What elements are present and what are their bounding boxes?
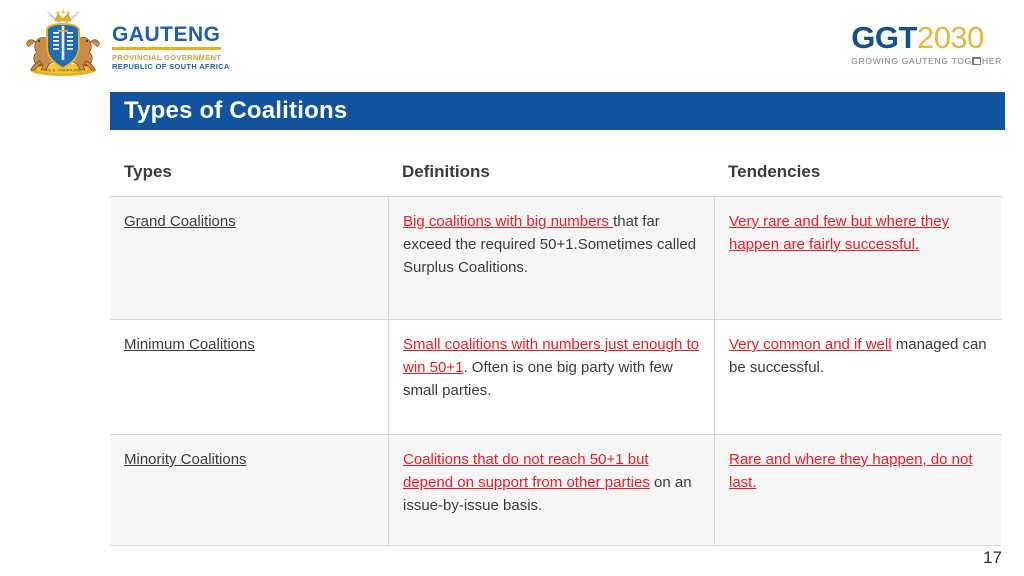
coat-of-arms-icon: !KE E: /XARRA //KE	[16, 8, 110, 80]
table-row: Minority Coalitions Coalitions that do n…	[110, 434, 1002, 546]
slide-title-banner: Types of Coalitions	[110, 92, 1005, 130]
ggt-year: 2030	[916, 20, 984, 55]
type-label: Grand Coalitions	[124, 213, 236, 230]
column-header-definitions: Definitions	[402, 162, 490, 181]
gauteng-subtitle-provincial: PROVINCIAL GOVERNMENT	[112, 53, 222, 62]
table-row: Grand Coalitions Big coalitions with big…	[110, 196, 1002, 319]
tendency-highlight: Very rare and few but where they happen …	[729, 213, 950, 253]
type-label: Minority Coalitions	[124, 451, 247, 468]
ggt2030-wordmark: GGT2030	[851, 22, 1002, 53]
ggt-ether-icon	[972, 57, 982, 65]
cell-tendency: Very common and if well managed can be s…	[714, 320, 1002, 434]
cell-definition: Small coalitions with numbers just enoug…	[388, 320, 714, 434]
cell-definition: Big coalitions with big numbers that far…	[388, 197, 714, 319]
ggt-tagline: GROWING GAUTENG TOG HER	[851, 56, 1002, 66]
cell-tendency: Rare and where they happen, do not last.	[714, 435, 1002, 545]
cell-type: Minority Coalitions	[110, 435, 388, 545]
ggt-tagline-before: GROWING GAUTENG TOG	[851, 56, 972, 66]
coalition-types-table: Types Definitions Tendencies Grand Coali…	[110, 148, 1002, 546]
cell-type: Grand Coalitions	[110, 197, 388, 319]
page-title: Types of Coalitions	[124, 97, 348, 124]
cell-type: Minimum Coalitions	[110, 320, 388, 434]
column-header-types: Types	[124, 162, 172, 181]
ggt-prefix: GGT	[851, 20, 917, 55]
gauteng-subtitle-republic: REPUBLIC OF SOUTH AFRICA	[112, 62, 230, 72]
slide-header: !KE E: /XARRA //KE GAUTENG PROVINCIAL GO…	[0, 0, 1024, 88]
table-row: Minimum Coalitions Small coalitions with…	[110, 319, 1002, 434]
gauteng-name: GAUTENG	[112, 24, 221, 50]
type-label: Minimum Coalitions	[124, 336, 255, 353]
table-header-row: Types Definitions Tendencies	[110, 148, 1002, 196]
tendency-highlight: Rare and where they happen, do not last.	[729, 451, 973, 491]
ggt2030-logo: GGT2030 GROWING GAUTENG TOG HER	[851, 22, 1002, 66]
cell-tendency: Very rare and few but where they happen …	[714, 197, 1002, 319]
column-header-tendencies: Tendencies	[728, 162, 821, 181]
ggt-tagline-after: HER	[981, 56, 1002, 66]
page-number: 17	[983, 548, 1002, 567]
gauteng-wordmark: GAUTENG PROVINCIAL GOVERNMENT REPUBLIC O…	[112, 24, 232, 72]
cell-definition: Coalitions that do not reach 50+1 but de…	[388, 435, 714, 545]
tendency-highlight: Very common and if well	[729, 336, 892, 353]
definition-highlight: Big coalitions with big numbers	[403, 213, 614, 230]
definition-highlight: Coalitions that do not reach 50+1 but de…	[403, 451, 650, 491]
